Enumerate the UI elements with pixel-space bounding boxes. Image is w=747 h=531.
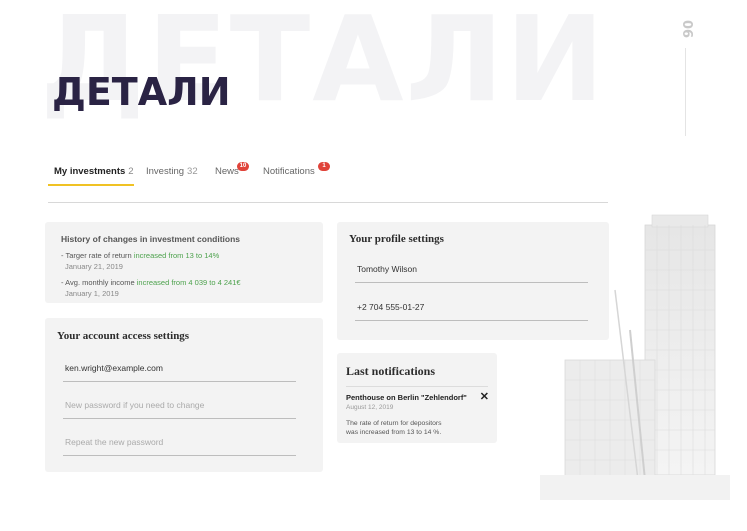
notifications-badge: 1 [318,162,330,171]
page-number: 06 [679,19,694,39]
history-item-change: increased from 13 to 14% [133,251,220,260]
repeat-password-field[interactable]: Repeat the new password [63,428,296,456]
repeat-password-placeholder: Repeat the new password [65,437,164,447]
tab-label: My investments [54,166,126,177]
email-value: ken.wright@example.com [65,363,163,373]
access-settings-title: Your account access settings [57,330,190,342]
history-item: - Targer rate of return increased from 1… [61,250,307,261]
history-item-date: January 21, 2019 [65,262,123,271]
history-item-text: - Avg. monthly income [61,278,137,287]
email-field[interactable]: ken.wright@example.com [63,354,296,382]
history-item-change: increased from 4 039 to 4 241€ [136,278,241,287]
history-title: History of changes in investment conditi… [61,234,240,244]
profile-settings-card: Your profile settings Tomothy Wilson +2 … [337,222,609,340]
tab-notifications[interactable]: Notifications 1 [263,162,330,189]
access-settings-card: Your account access settings ken.wright@… [45,318,323,472]
history-item-date: January 1, 2019 [65,289,119,298]
tab-news[interactable]: News 10 [215,162,249,189]
tab-label: Investing [146,166,185,177]
notification-date: August 12, 2019 [346,404,394,411]
new-password-placeholder: New password if you need to change [65,400,205,410]
news-badge: 10 [237,162,249,171]
tab-label: News [215,166,239,177]
history-item-text: - Targer rate of return [61,251,134,260]
new-password-field[interactable]: New password if you need to change [63,391,296,419]
profile-settings-title: Your profile settings [349,233,444,245]
tab-count: 32 [187,166,198,177]
notification-text-line-2: was increased from 13 to 14 %. [346,429,442,436]
name-field[interactable]: Tomothy Wilson [355,255,588,283]
phone-value: +2 704 555-01-27 [357,302,425,312]
last-notifications-card: Last notifications Penthouse on Berlin "… [337,353,497,443]
tab-count: 2 [128,166,134,177]
tab-bar: My investments 2 Investing 32 News 10 Noti… [48,162,608,203]
active-tab-underline [48,184,134,186]
notifications-title: Last notifications [346,364,488,387]
notification-title: Penthouse on Berlin "Zehlendorf" [346,393,467,402]
tab-investing[interactable]: Investing 32 [146,166,198,189]
page-title: ДЕТАЛИ [52,70,231,114]
history-item: - Avg. monthly income increased from 4 0… [61,277,307,288]
close-icon[interactable]: ✕ [480,390,489,403]
vertical-divider [685,48,686,136]
tab-label: Notifications [263,166,315,177]
notification-text-line-1: The rate of return for depositors [346,420,442,427]
phone-field[interactable]: +2 704 555-01-27 [355,293,588,321]
name-value: Tomothy Wilson [357,264,417,274]
investment-history-card: History of changes in investment conditi… [45,222,323,303]
